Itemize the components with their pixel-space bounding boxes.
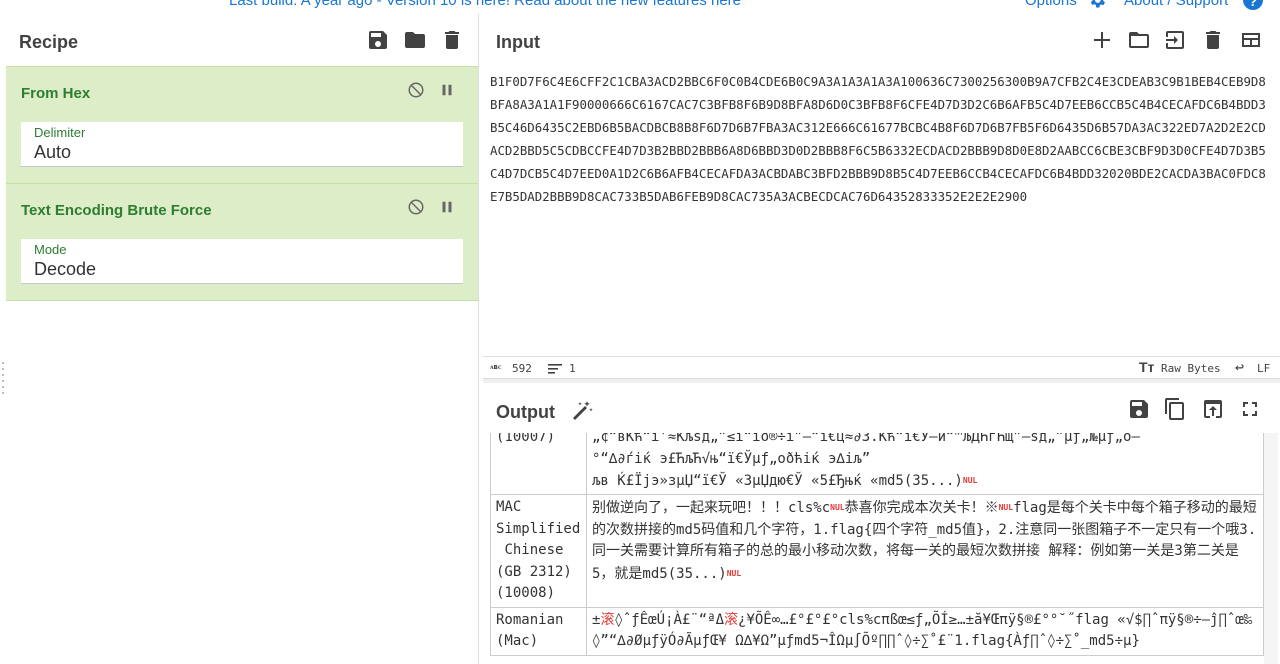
pause-icon[interactable] bbox=[438, 198, 456, 216]
copy-icon bbox=[1165, 398, 1184, 420]
mode-field[interactable]: Mode Decode bbox=[21, 239, 463, 284]
gear-icon[interactable] bbox=[1087, 0, 1107, 10]
maximise-output-button[interactable] bbox=[1237, 396, 1263, 422]
mode-value[interactable]: Decode bbox=[34, 259, 96, 280]
decoded-line: љв Ќ£Їjэ»зµЏ“ї€Ў «3µЏдю€Ў «5£Ђњќ «md5(35… bbox=[592, 472, 963, 489]
mode-label: Mode bbox=[34, 242, 67, 257]
pause-icon[interactable] bbox=[438, 81, 456, 99]
trash-icon bbox=[1206, 31, 1220, 49]
layout-icon bbox=[1242, 33, 1260, 47]
decoded-cell[interactable]: ±滚◊ˆƒÊœÚ¡À£¨“ªΔ滚¿¥ÕÊ∞…£°£°£°cls%cπßœ≤ƒ„Õ… bbox=[586, 606, 1264, 656]
decoded-line: „¢“вЌћ“ї’≈Ќљsд„”≤ї“їð®÷ї”–“ї€ц≈∂3.Ќћ“ї€Ў… bbox=[592, 433, 1140, 445]
lines-icon bbox=[548, 364, 562, 374]
delimiter-label: Delimiter bbox=[34, 125, 86, 140]
eol-label[interactable]: LF bbox=[1257, 362, 1270, 375]
input-textarea[interactable]: B1F0D7F6C4E6CFF2C1CBA3ACD2BBC6F0C0B4CDE6… bbox=[490, 70, 1267, 350]
input-file-icon bbox=[1166, 31, 1184, 49]
operation-from-hex[interactable]: From Hex Delimiter Auto bbox=[6, 66, 478, 184]
format-label[interactable]: Raw Bytes bbox=[1161, 362, 1221, 375]
trash-icon bbox=[445, 31, 459, 49]
recipe-pane: Recipe From Hex Delimiter Auto Text Enco… bbox=[0, 14, 479, 664]
save-output-button[interactable] bbox=[1126, 396, 1152, 422]
reset-layout-button[interactable] bbox=[1238, 27, 1264, 53]
text-format-icon[interactable]: Tт bbox=[1139, 359, 1154, 375]
save-icon bbox=[1130, 400, 1148, 418]
input-title: Input bbox=[496, 32, 540, 52]
decoded-cell[interactable]: „¢“вЌћ“ї’≈Ќљsд„”≤ї“їð®÷ї”–“ї€ц≈∂3.Ќћ“ї€Ў… bbox=[586, 433, 1264, 496]
about-support-link[interactable]: About / Support bbox=[1124, 0, 1228, 9]
load-recipe-button[interactable] bbox=[402, 27, 428, 53]
operation-text-encoding-brute-force[interactable]: Text Encoding Brute Force Mode Decode bbox=[6, 183, 478, 301]
replace-input-button[interactable] bbox=[1200, 396, 1226, 422]
output-pane: Output (10007) „¢“вЌћ“ї’≈Ќљsд„”≤ї“їð®÷ї”… bbox=[483, 383, 1280, 664]
table-row: MAC Simplified Chinese (GB 2312) (10008)… bbox=[490, 494, 1264, 608]
resize-grip-icon[interactable] bbox=[2, 360, 4, 400]
folder-open-icon bbox=[1129, 32, 1149, 48]
output-scrollbar[interactable] bbox=[1264, 433, 1278, 664]
fullscreen-icon bbox=[1243, 402, 1257, 416]
nul-marker: NUL bbox=[726, 568, 742, 578]
delimiter-field[interactable]: Delimiter Auto bbox=[21, 122, 463, 167]
abc-icon: ᴀʙᴄ bbox=[490, 363, 502, 371]
clear-input-button[interactable] bbox=[1200, 27, 1226, 53]
open-file-button[interactable] bbox=[1162, 27, 1188, 53]
decoded-cell[interactable]: 别做逆向了，一起来玩吧！！！cls%cNUL恭喜你完成本次关卡！※NULflag… bbox=[586, 494, 1264, 608]
options-link[interactable]: Options bbox=[1025, 0, 1077, 9]
output-title: Output bbox=[496, 402, 555, 422]
output-table: (10007) „¢“вЌћ“ї’≈Ќљsд„”≤ї“їð®÷ї”–“ї€ц≈∂… bbox=[490, 433, 1264, 664]
help-icon[interactable]: ? bbox=[1243, 0, 1263, 10]
eol-icon[interactable]: ↩ bbox=[1235, 358, 1244, 376]
encoding-cell: MAC Simplified Chinese (GB 2312) (10008) bbox=[490, 494, 587, 608]
add-input-tab-button[interactable] bbox=[1089, 27, 1115, 53]
encoding-cell: Romanian (Mac) bbox=[490, 606, 587, 656]
delimiter-value[interactable]: Auto bbox=[34, 142, 71, 163]
nul-marker: NUL bbox=[998, 503, 1014, 513]
operation-title: Text Encoding Brute Force bbox=[21, 202, 212, 219]
copy-output-button[interactable] bbox=[1162, 396, 1188, 422]
clear-recipe-button[interactable] bbox=[439, 27, 465, 53]
line-count: 1 bbox=[569, 362, 576, 375]
magic-wand-icon[interactable] bbox=[570, 399, 594, 423]
decoded-line: °“∆∂ѓiќ э£ЋљЋ√њ“ї€Ўµƒ„оðћiќ э∆iљ” bbox=[592, 450, 871, 467]
upload-icon bbox=[1204, 400, 1222, 418]
table-row: (10007) „¢“вЌћ“ї’≈Ќљsд„”≤ї“їð®÷ї”–“ї€ц≈∂… bbox=[490, 433, 1264, 496]
disable-icon[interactable] bbox=[407, 198, 425, 216]
table-row: Romanian (Mac) ±滚◊ˆƒÊœÚ¡À£¨“ªΔ滚¿¥ÕÊ∞…£°£… bbox=[490, 606, 1264, 656]
build-notice-link[interactable]: Last build: A year ago - Version 10 is h… bbox=[229, 0, 741, 9]
encoding-cell: (10007) bbox=[490, 433, 587, 496]
folder-icon bbox=[405, 32, 425, 48]
input-pane: Input B1F0D7F6C4E6CFF2C1CBA3ACD2BBC6F0C0… bbox=[483, 14, 1280, 378]
save-recipe-button[interactable] bbox=[365, 27, 391, 53]
char-count: 592 bbox=[512, 362, 532, 375]
nul-marker: NUL bbox=[830, 503, 845, 513]
recipe-title: Recipe bbox=[19, 32, 79, 52]
top-banner: Last build: A year ago - Version 10 is h… bbox=[0, 0, 1280, 14]
save-icon bbox=[369, 31, 387, 49]
plus-icon bbox=[1094, 32, 1110, 48]
operation-title: From Hex bbox=[21, 85, 91, 102]
open-folder-button[interactable] bbox=[1126, 27, 1152, 53]
disable-icon[interactable] bbox=[407, 81, 425, 99]
nul-marker: NUL bbox=[962, 476, 978, 485]
